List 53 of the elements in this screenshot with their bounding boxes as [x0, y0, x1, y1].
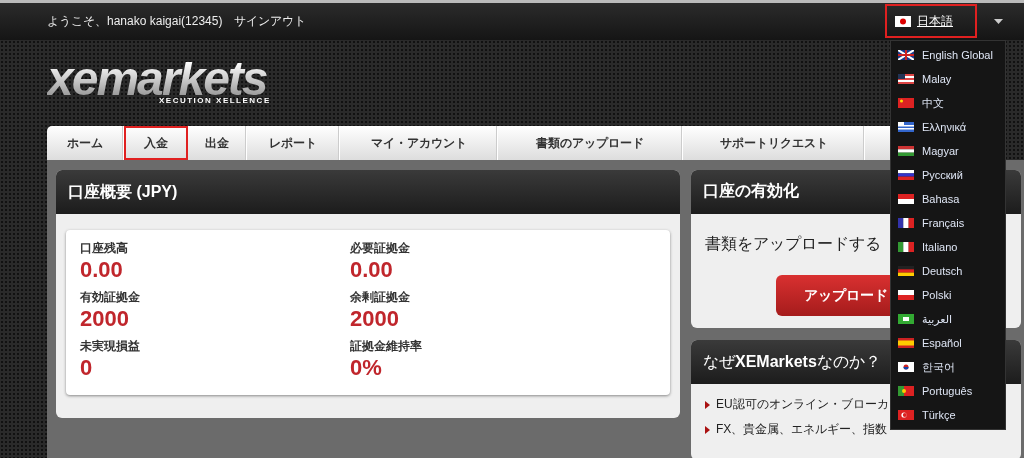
caret-icon[interactable]	[994, 19, 1003, 24]
language-option[interactable]: Français	[891, 211, 1005, 235]
welcome-text: ようこそ、hanako kaigai(12345)	[47, 13, 223, 30]
flag-icon	[898, 362, 914, 372]
flag-icon	[895, 15, 911, 27]
summary-label: 余剰証拠金	[350, 289, 411, 306]
flag-icon	[898, 266, 914, 276]
flag-icon	[898, 170, 914, 180]
language-option[interactable]: English Global	[891, 43, 1005, 67]
flag-icon	[898, 338, 914, 348]
feature-text: EU認可のオンライン・ブローカ	[716, 396, 889, 414]
language-option[interactable]: 한국어	[891, 355, 1005, 379]
flag-icon	[898, 74, 914, 84]
bullet-icon	[705, 425, 710, 434]
language-selector[interactable]: 日本語	[887, 6, 975, 36]
logo-tagline: XECUTION XELLENCE	[159, 96, 271, 105]
summary-label: 必要証拠金	[350, 240, 411, 257]
nav-tab[interactable]: 入金	[124, 126, 188, 160]
language-option[interactable]: Malay	[891, 67, 1005, 91]
summary-value: 0%	[350, 355, 383, 381]
flag-icon	[898, 146, 914, 156]
summary-label: 証拠金維持率	[350, 338, 423, 355]
language-option[interactable]: Ελληνικά	[891, 115, 1005, 139]
sign-out-link[interactable]: サインアウト	[234, 13, 307, 30]
flag-icon	[898, 50, 914, 60]
flag-icon	[898, 194, 914, 204]
flag-icon	[898, 314, 914, 324]
summary-label: 未実現損益	[80, 338, 141, 355]
flag-icon	[898, 410, 914, 420]
language-option[interactable]: Türkçe	[891, 403, 1005, 427]
language-option[interactable]: Magyar	[891, 139, 1005, 163]
summary-value: 0.00	[350, 257, 394, 283]
flag-icon	[898, 122, 914, 132]
summary-label: 有効証拠金	[80, 289, 141, 306]
language-label[interactable]: 日本語	[917, 12, 953, 30]
summary-value: 0	[80, 355, 94, 381]
language-option[interactable]: Bahasa	[891, 187, 1005, 211]
summary-value: 2000	[80, 306, 130, 332]
bullet-icon	[705, 400, 710, 409]
upload-prompt: 書類をアップロードする	[705, 233, 881, 254]
summary-value: 0.00	[80, 257, 124, 283]
flag-icon	[898, 386, 914, 396]
logo-wordmark: xemarkets	[47, 62, 267, 96]
flag-icon	[898, 98, 914, 108]
language-option[interactable]: Italiano	[891, 235, 1005, 259]
feature-text: FX、貴金属、エネルギー、指数	[716, 421, 888, 439]
flag-icon	[898, 242, 914, 252]
flag-icon	[898, 290, 914, 300]
summary-value: 2000	[350, 306, 400, 332]
summary-label: 口座残高	[80, 240, 129, 257]
flag-icon	[898, 218, 914, 228]
panel-title: 口座概要 (JPY)	[56, 170, 680, 214]
language-option[interactable]: 中文	[891, 91, 1005, 115]
